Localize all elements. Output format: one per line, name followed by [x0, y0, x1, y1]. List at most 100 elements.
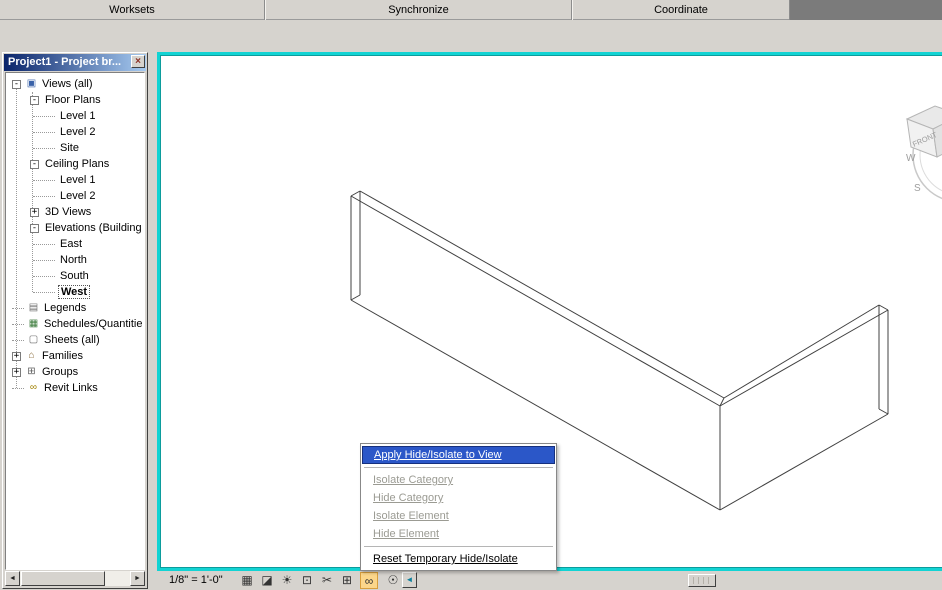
tree-item-schedules[interactable]: ▦ Schedules/Quantitie — [6, 316, 144, 332]
toolbar-group-synchronize[interactable]: Synchronize — [266, 0, 572, 20]
tree-item-label: Legends — [44, 302, 87, 314]
tree-item-level-1[interactable]: Level 1 — [6, 108, 144, 124]
families-icon: ⌂ — [28, 350, 35, 361]
temporary-hide-isolate-icon[interactable]: ∞ — [360, 572, 378, 589]
toolbar-group-coordinate-label: Coordinate — [654, 4, 708, 16]
tree-item-label: Elevations (Building — [45, 222, 142, 234]
toolbar-group-worksets-label: Worksets — [109, 4, 155, 16]
detail-level-icon[interactable]: ▦ — [238, 572, 256, 589]
sheets-icon: ▢ — [28, 334, 39, 345]
tree-connector — [12, 387, 24, 389]
crop-region-visibility-icon[interactable]: ⊞ — [338, 572, 356, 589]
toolbar-group-coordinate[interactable]: Coordinate — [573, 0, 790, 20]
tree-connector — [12, 339, 24, 341]
tree-item-ceiling-plans[interactable]: - Ceiling Plans — [6, 156, 144, 172]
reveal-hidden-elements-icon[interactable]: ☉ — [384, 572, 402, 589]
tree-item-label: Schedules/Quantitie — [44, 318, 143, 330]
scroll-left-icon[interactable]: ◄ — [5, 571, 20, 586]
tree-item-level-2[interactable]: Level 2 — [6, 124, 144, 140]
expand-icon[interactable]: + — [12, 351, 21, 361]
project-browser-panel: Project1 - Project br... × - ▣ Views (al… — [2, 52, 148, 589]
tree-item-label: Ceiling Plans — [45, 158, 110, 170]
legends-icon: ▤ — [28, 302, 39, 313]
tree-item-label: Site — [60, 142, 79, 154]
scale-button[interactable]: 1/8" = 1'-0" — [166, 573, 226, 588]
tree-item-label: Families — [42, 350, 83, 362]
tree-item-level-2[interactable]: Level 2 — [6, 188, 144, 204]
tree-item-label: 3D Views — [45, 206, 92, 218]
menu-item-isolate-category: Isolate Category — [373, 474, 454, 486]
menu-item-apply-hide-isolate[interactable]: Apply Hide/Isolate to View — [362, 446, 555, 464]
tree-item-3d-views[interactable]: + 3D Views — [6, 204, 144, 220]
collapse-expander-icon[interactable]: - — [30, 95, 39, 105]
schedules-icon: ▦ — [28, 318, 39, 329]
viewcube-south-label: S — [914, 183, 921, 194]
project-browser-tree: - ▣ Views (all) - Floor Plans Level 1 Le… — [5, 72, 145, 570]
tree-item-label: North — [60, 254, 87, 266]
tree-item-sheets[interactable]: ▢ Sheets (all) — [6, 332, 144, 348]
tree-item-elevations[interactable]: - Elevations (Building — [6, 220, 144, 236]
browser-horizontal-scrollbar[interactable]: ◄ ► — [5, 571, 145, 586]
tree-item-north[interactable]: North — [6, 252, 144, 268]
tree-item-label: Level 1 — [60, 110, 96, 122]
tree-item-label: Floor Plans — [45, 94, 101, 106]
tree-connector — [33, 179, 55, 181]
collapse-bar-icon[interactable]: ◄ — [402, 572, 417, 588]
tree-connector — [33, 131, 55, 133]
toolbar-inactive-area — [790, 0, 942, 20]
render-dialog-icon[interactable]: ⊡ — [298, 572, 316, 589]
tree-item-site[interactable]: Site — [6, 140, 144, 156]
tree-item-south[interactable]: South — [6, 268, 144, 284]
menu-item-hide-category: Hide Category — [373, 492, 444, 504]
tree-item-label: East — [60, 238, 83, 250]
revit-links-icon: ∞ — [29, 382, 38, 393]
tree-item-west-selected[interactable]: West — [6, 284, 144, 300]
menu-item-isolate-element: Isolate Element — [373, 510, 449, 522]
canvas-hscrollbar-thumb[interactable] — [688, 574, 716, 587]
tree-item-views-all[interactable]: - ▣ Views (all) — [6, 76, 144, 92]
toolbar-group-worksets[interactable]: Worksets — [0, 0, 265, 20]
tree-item-floor-plans[interactable]: - Floor Plans — [6, 92, 144, 108]
close-icon[interactable]: × — [131, 55, 145, 68]
tree-item-level-1[interactable]: Level 1 — [6, 172, 144, 188]
tree-connector — [33, 115, 55, 117]
tree-item-legends[interactable]: ▤ Legends — [6, 300, 144, 316]
tree-connector — [33, 195, 55, 197]
tree-connector — [33, 291, 55, 293]
tree-connector — [33, 147, 55, 149]
views-icon: ▣ — [26, 78, 37, 89]
tree-item-label: Sheets (all) — [44, 334, 100, 346]
view-control-bar: 1/8" = 1'-0" ▦ ◪ ☀ ⊡ ✂ ⊞ ∞ ☉ ◄ — [157, 571, 942, 590]
tree-item-label: South — [60, 270, 89, 282]
menu-item-reset-temporary-hide-isolate[interactable]: Reset Temporary Hide/Isolate — [362, 550, 555, 568]
tree-item-revit-links[interactable]: ∞ Revit Links — [6, 380, 144, 396]
scroll-right-icon[interactable]: ► — [130, 571, 145, 586]
expand-icon[interactable]: + — [12, 367, 21, 377]
menu-item-hide-element: Hide Element — [373, 528, 440, 540]
crop-view-icon[interactable]: ✂ — [318, 572, 336, 589]
tree-item-label: Level 2 — [60, 126, 96, 138]
revit-window: Worksets Synchronize Coordinate Project1… — [0, 0, 942, 590]
collapse-expander-icon[interactable]: - — [30, 159, 39, 169]
tree-item-families[interactable]: + ⌂ Families — [6, 348, 144, 364]
project-browser-title: Project1 - Project br... — [4, 54, 146, 71]
tree-item-groups[interactable]: + ⊞ Groups — [6, 364, 144, 380]
model-graphics-style-icon[interactable]: ◪ — [258, 572, 276, 589]
scrollbar-thumb[interactable] — [21, 571, 105, 586]
tree-connector — [12, 307, 24, 309]
tree-item-label: Level 2 — [60, 190, 96, 202]
collapse-expander-icon[interactable]: - — [30, 223, 39, 233]
tree-item-label: Groups — [42, 366, 79, 378]
tree-item-label: West — [58, 285, 91, 299]
menu-separator — [364, 467, 553, 468]
viewcube-west-label: W — [906, 153, 916, 164]
collapse-expander-icon[interactable]: - — [12, 79, 21, 89]
expand-icon[interactable]: + — [30, 207, 39, 217]
tree-item-east[interactable]: East — [6, 236, 144, 252]
tree-connector — [33, 275, 55, 277]
top-toolbar: Worksets Synchronize Coordinate — [0, 0, 942, 20]
tree-connector — [33, 259, 55, 261]
shadows-icon[interactable]: ☀ — [278, 572, 296, 589]
tree-item-label: Views (all) — [42, 78, 93, 90]
viewcube-icon: W S FRONT — [905, 105, 942, 200]
